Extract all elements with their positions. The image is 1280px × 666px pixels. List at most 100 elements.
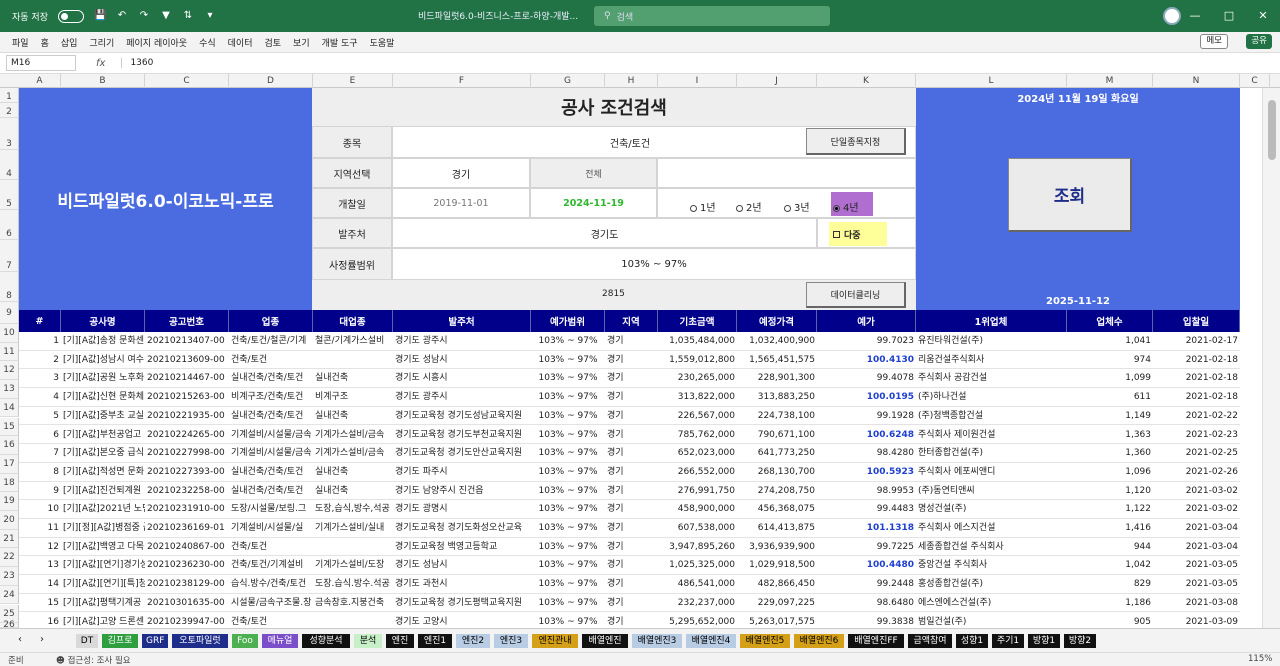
table-cell[interactable]: 2021-02-25 (1153, 444, 1240, 462)
table-cell[interactable]: 기계설비/시설물/금속 (229, 426, 313, 444)
zoom-level[interactable]: 115% (1248, 654, 1272, 664)
table-cell[interactable]: [기][A값][연기][특]청 (61, 575, 145, 593)
table-row[interactable]: 14 [기][A값][연기][특]청 20210238129-00 습식.방수/건축/… (19, 575, 1240, 594)
table-cell[interactable]: 99.3838 (817, 613, 916, 629)
table-cell[interactable]: 100.6248 (817, 426, 916, 444)
radio-1y[interactable]: 1년 (690, 199, 716, 214)
table-cell[interactable]: 103% ~ 97% (531, 463, 605, 481)
table-row[interactable]: 12 [기][A값]백영고 다목 20210240867-00 건축/토건 경기도교육청… (19, 538, 1240, 557)
table-cell[interactable]: 2021-03-09 (1153, 613, 1240, 629)
column-header[interactable]: C (145, 74, 229, 88)
table-cell[interactable]: 103% ~ 97% (531, 407, 605, 425)
table-cell[interactable]: 790,671,100 (737, 426, 817, 444)
table-row[interactable]: 8 [기][A값]적성면 문화 20210227393-00 실내건축/건축/토건 실내… (19, 463, 1240, 482)
table-cell[interactable]: 103% ~ 97% (531, 538, 605, 556)
table-cell[interactable]: 4 (19, 388, 61, 406)
table-cell[interactable]: (주)청백종합건설 (916, 407, 1067, 425)
table-cell[interactable]: 2021-02-18 (1153, 388, 1240, 406)
table-cell[interactable]: 944 (1067, 538, 1153, 556)
table-cell[interactable]: 경기도 성남시 (393, 556, 531, 574)
table-cell[interactable]: (주)하나건설 (916, 388, 1067, 406)
table-row[interactable]: 4 [기][A값]신현 문화체 20210215263-00 비계구조/건축/토건 비계… (19, 388, 1240, 407)
table-cell[interactable]: 10 (19, 500, 61, 518)
sheet-tab[interactable]: 분석 (354, 634, 382, 648)
table-cell[interactable]: 경기도 남양주시 진건읍 (393, 482, 531, 500)
radio-3y[interactable]: 3년 (784, 199, 810, 214)
sheet-tab[interactable]: 메뉴얼 (262, 634, 298, 648)
table-cell[interactable]: 20210227998-00 (145, 444, 229, 462)
table-cell[interactable]: 3,936,939,900 (737, 538, 817, 556)
table-cell[interactable]: 주식회사 에포씨앤디 (916, 463, 1067, 481)
table-cell[interactable]: 기계가스설비/금속 (313, 426, 393, 444)
table-cell[interactable]: 홍성종합건설(주) (916, 575, 1067, 593)
table-cell[interactable]: [기][A값]2021년 노면 (61, 500, 145, 518)
table-cell[interactable]: 20210227393-00 (145, 463, 229, 481)
table-cell[interactable]: 226,567,000 (658, 407, 737, 425)
row-header[interactable]: 5 (0, 180, 19, 210)
table-cell[interactable]: 경기도 광주시 (393, 332, 531, 350)
sheet-tab[interactable]: 배열엔진 (582, 634, 628, 648)
quick-access-icon[interactable]: ▾ (204, 10, 216, 22)
table-row[interactable]: 3 [기][A값]공원 노후화 20210214467-00 실내건축/건축/토건 실내… (19, 369, 1240, 389)
table-cell[interactable]: [기][A값]평택기계공 (61, 594, 145, 612)
sheet-tab[interactable]: 방향2 (1064, 634, 1096, 648)
table-cell[interactable]: 1,035,484,000 (658, 332, 737, 350)
table-cell[interactable]: 중앙건설 주식회사 (916, 556, 1067, 574)
table-cell[interactable] (313, 538, 393, 556)
row-header[interactable]: 20 (0, 511, 19, 530)
column-header[interactable]: M (1067, 74, 1153, 88)
table-header-cell[interactable]: 공사명 (61, 310, 145, 332)
table-header-cell[interactable]: 공고번호 (145, 310, 229, 332)
table-cell[interactable]: 103% ~ 97% (531, 369, 605, 387)
table-cell[interactable]: 기계가스설비/도장 (313, 556, 393, 574)
row-header[interactable]: 8 (0, 272, 19, 302)
table-cell[interactable]: [기][A값]중부초 교실 (61, 407, 145, 425)
table-row[interactable]: 16 [기][A값]고양 드론센 20210239947-00 건축/토건 경기도 고양… (19, 613, 1240, 629)
table-cell[interactable] (313, 351, 393, 369)
table-cell[interactable]: [기][A값]백영고 다목 (61, 538, 145, 556)
table-cell[interactable]: 2021-03-04 (1153, 538, 1240, 556)
row-header[interactable]: 24 (0, 585, 19, 605)
table-cell[interactable]: 103% ~ 97% (531, 613, 605, 629)
fx-icon[interactable]: fx (96, 58, 105, 69)
table-cell[interactable]: 실내건축 (313, 407, 393, 425)
table-row[interactable]: 11 [기][정][A값]병점중 급 20210236169-01 기계설비/시설물/… (19, 519, 1240, 538)
table-cell[interactable]: 224,738,100 (737, 407, 817, 425)
column-header[interactable]: J (737, 74, 817, 88)
menu-item[interactable]: 홈 (35, 36, 55, 49)
sheet-tab[interactable]: 성향분석 (302, 634, 350, 648)
column-header[interactable]: B (61, 74, 145, 88)
sheet-tab[interactable]: 배열엔진6 (794, 634, 844, 648)
redo-icon[interactable]: ↷ (138, 10, 150, 22)
table-cell[interactable]: 경기도 과천시 (393, 575, 531, 593)
table-cell[interactable]: 기계가스설비/실내 (313, 519, 393, 537)
table-cell[interactable]: 경기 (605, 388, 658, 406)
sheet-tab[interactable]: 김프로 (102, 634, 138, 648)
table-cell[interactable]: 2 (19, 351, 61, 369)
row-header[interactable]: 1 (0, 88, 19, 103)
sheet-tab[interactable]: 방향1 (1028, 634, 1060, 648)
table-cell[interactable]: 1,032,400,900 (737, 332, 817, 350)
clear-data-button[interactable]: 데이터클리닝 (806, 282, 906, 308)
sheet-tab[interactable]: Foo (232, 634, 258, 648)
table-row[interactable]: 13 [기][A값][연기]경기성 20210236230-00 건축/토건/기계설비… (19, 556, 1240, 576)
table-cell[interactable]: [기][A값][연기]경기성 (61, 556, 145, 574)
table-cell[interactable]: 실내건축/건축/토건 (229, 369, 313, 387)
table-cell[interactable]: 경기 (605, 407, 658, 425)
sheet-tab[interactable]: 금액참여 (908, 634, 952, 648)
row-header[interactable]: 15 (0, 417, 19, 437)
table-cell[interactable]: 2021-02-17 (1153, 332, 1240, 350)
table-cell[interactable]: 100.4130 (817, 351, 916, 369)
table-cell[interactable]: 경기 (605, 426, 658, 444)
table-cell[interactable]: 실내건축/건축/토건 (229, 463, 313, 481)
table-cell[interactable]: 229,097,225 (737, 594, 817, 612)
table-row[interactable]: 2 [기][A값]성남시 여수 20210213609-00 건축/토건 경기도 성남시… (19, 351, 1240, 370)
table-cell[interactable]: 2021-02-18 (1153, 369, 1240, 387)
row-header[interactable]: 21 (0, 529, 19, 549)
table-cell[interactable]: 경기 (605, 575, 658, 593)
table-cell[interactable]: 98.9953 (817, 482, 916, 500)
table-cell[interactable]: 486,541,000 (658, 575, 737, 593)
table-cell[interactable]: 경기도 파주시 (393, 463, 531, 481)
table-cell[interactable]: 652,023,000 (658, 444, 737, 462)
sheet-tab[interactable]: 엔진1 (418, 634, 452, 648)
